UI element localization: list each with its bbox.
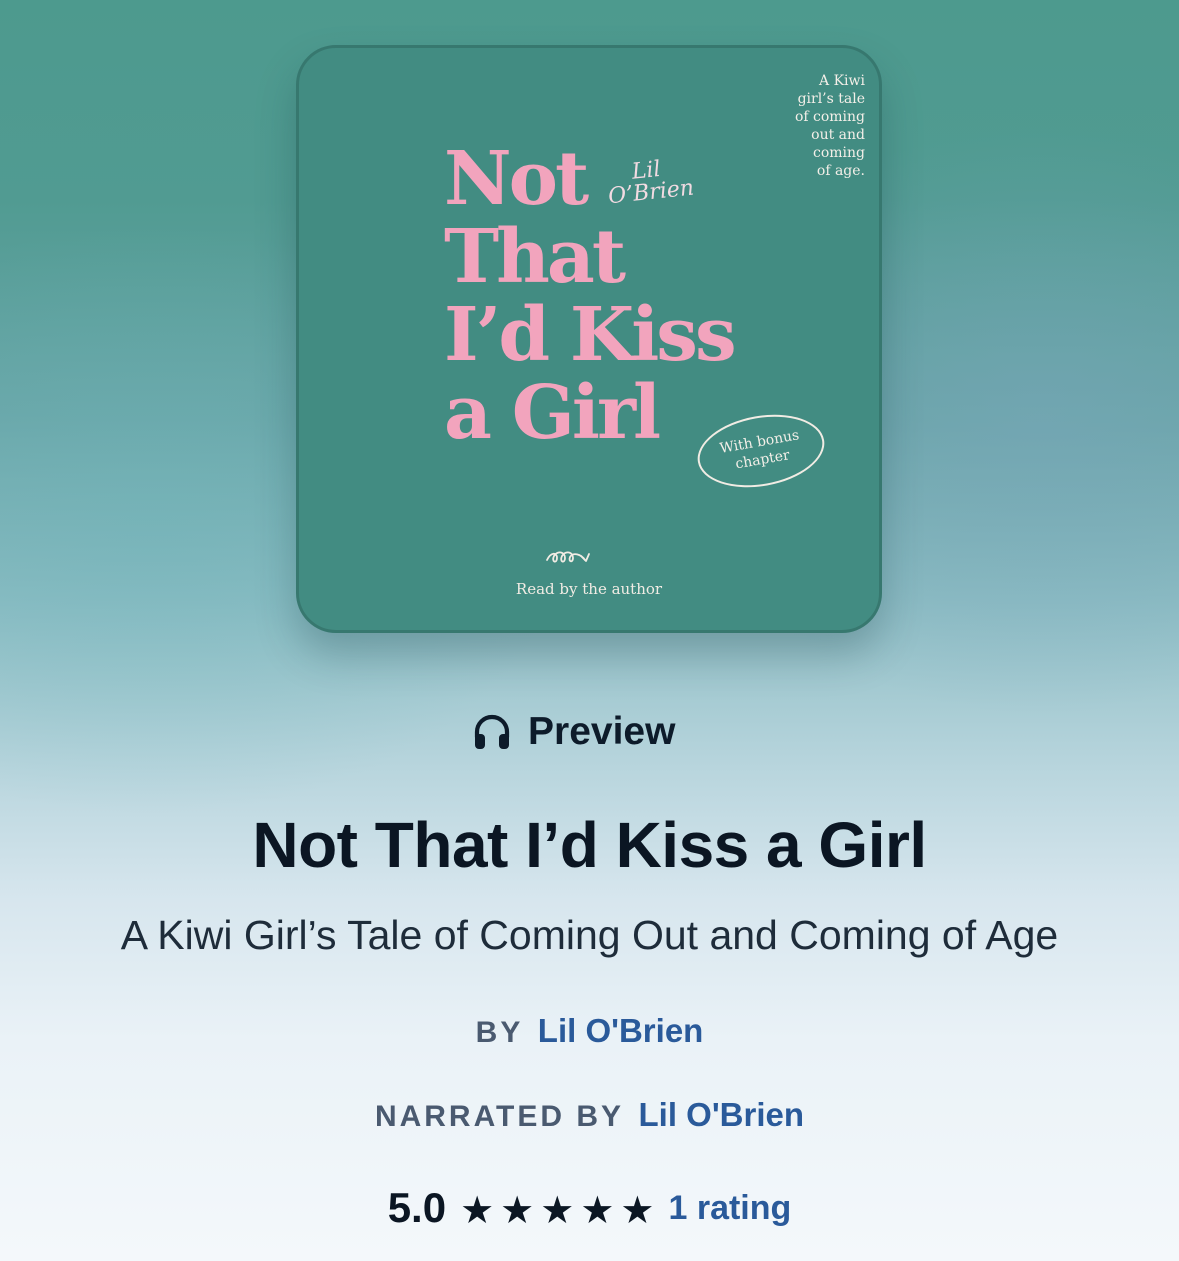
cover-tagline-line: girl’s tale bbox=[797, 91, 865, 107]
book-title: Not That I’d Kiss a Girl bbox=[252, 809, 927, 881]
narrator-prefix-label: NARRATED BY bbox=[374, 1100, 625, 1133]
star-icon: ★ bbox=[460, 1188, 495, 1232]
squiggle-arrow-icon bbox=[546, 551, 590, 563]
narrator-byline: NARRATED BY Lil O'Brien bbox=[0, 1096, 1179, 1134]
rating-row: 5.0 ★ ★ ★ ★ ★ 1 rating bbox=[0, 1184, 1179, 1232]
preview-button[interactable]: Preview bbox=[470, 704, 675, 760]
author-byline: BY Lil O'Brien bbox=[0, 1012, 1179, 1050]
star-icon: ★ bbox=[500, 1188, 535, 1232]
cover-read-by: Read by the author bbox=[515, 580, 663, 598]
cover-tagline: A Kiwi girl’s tale of coming out and com… bbox=[795, 72, 865, 180]
book-cover: Not That I’d Kiss a Girl Lil O’Brien A K… bbox=[296, 45, 882, 633]
book-subtitle: A Kiwi Girl’s Tale of Coming Out and Com… bbox=[120, 912, 1059, 958]
preview-label: Preview bbox=[528, 710, 676, 753]
star-rating: ★ ★ ★ ★ ★ bbox=[460, 1187, 654, 1229]
cover-title-line: That bbox=[444, 214, 626, 300]
cover-tagline-line: of age. bbox=[816, 163, 865, 179]
headphones-icon bbox=[474, 714, 510, 749]
star-icon: ★ bbox=[540, 1188, 575, 1232]
cover-title-line: a Girl bbox=[444, 370, 661, 456]
cover-author-signature: Lil O’Brien bbox=[605, 156, 695, 209]
rating-count-link[interactable]: 1 rating bbox=[668, 1189, 791, 1228]
cover-tagline-line: coming bbox=[812, 145, 865, 161]
star-icon: ★ bbox=[620, 1188, 655, 1232]
cover-tagline-line: of coming bbox=[794, 109, 865, 125]
cover-tagline-line: out and bbox=[811, 127, 865, 143]
star-icon: ★ bbox=[580, 1188, 615, 1232]
author-link[interactable]: Lil O'Brien bbox=[538, 1012, 704, 1049]
cover-tagline-line: A Kiwi bbox=[819, 73, 865, 89]
author-prefix-label: BY bbox=[475, 1016, 524, 1049]
narrator-link[interactable]: Lil O'Brien bbox=[639, 1096, 805, 1133]
cover-title-line: I’d Kiss bbox=[444, 292, 737, 378]
rating-score: 5.0 bbox=[387, 1184, 447, 1231]
